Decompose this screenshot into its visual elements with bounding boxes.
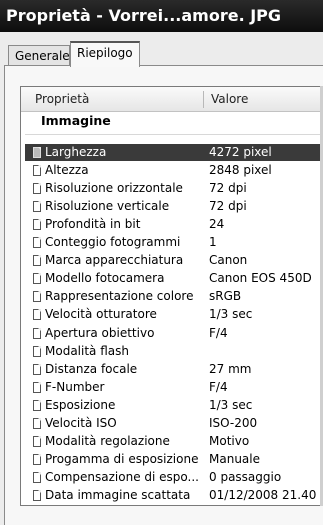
property-value: 1/3 sec (209, 307, 253, 322)
document-icon (33, 327, 41, 339)
property-value: F/4 (209, 325, 228, 340)
property-value: 27 mm (209, 361, 252, 376)
document-icon (33, 489, 41, 501)
document-icon (33, 471, 41, 483)
property-row[interactable]: Modalità regolazione Motivo (25, 433, 323, 450)
property-value: F/4 (209, 379, 228, 394)
property-name: Risoluzione verticale (45, 199, 170, 214)
property-name: Modalità flash (45, 343, 129, 358)
document-icon (33, 201, 41, 213)
property-value: 24 (209, 217, 225, 232)
property-name: Esposizione (45, 397, 116, 412)
property-name: F-Number (45, 379, 105, 394)
property-row[interactable]: Esposizione 1/3 sec (25, 397, 323, 414)
column-header-value[interactable]: Valore (211, 87, 248, 111)
window-title: Proprietà - Vorrei...amore. JPG (6, 6, 282, 25)
property-name: Velocità ISO (45, 415, 117, 430)
document-icon (33, 237, 41, 249)
document-icon (33, 417, 41, 429)
document-icon (33, 291, 41, 303)
document-icon (33, 381, 41, 393)
property-row[interactable]: Risoluzione verticale 72 dpi (25, 198, 323, 215)
property-value: Canon (209, 253, 248, 268)
document-icon (33, 345, 41, 357)
property-name: Modello fotocamera (45, 271, 165, 286)
tab-generale[interactable]: Generale (8, 45, 70, 66)
property-name: Data immagine scattata (45, 487, 191, 502)
property-name: Larghezza (45, 145, 107, 159)
property-value: Motivo (209, 433, 250, 448)
property-row[interactable]: Velocità otturatore 1/3 sec (25, 306, 323, 323)
property-row[interactable]: Compensazione di espo... 0 passaggio (25, 469, 323, 486)
property-value: 2848 pixel (209, 163, 272, 178)
property-name: Conteggio fotogrammi (45, 235, 181, 250)
document-icon (33, 219, 41, 231)
property-value: Canon EOS 450D (209, 271, 312, 286)
property-row[interactable]: Apertura obiettivo F/4 (25, 325, 323, 342)
document-icon (33, 399, 41, 411)
property-name: Profondità in bit (45, 217, 141, 232)
property-row[interactable]: Distanza focale 27 mm (25, 361, 323, 378)
tab-riepilogo[interactable]: Riepilogo (70, 41, 140, 67)
property-row[interactable]: Data immagine scattata 01/12/2008 21.40 (25, 487, 323, 504)
property-value: 1 (209, 235, 217, 250)
document-icon (33, 453, 41, 465)
document-icon (33, 183, 41, 195)
document-icon (33, 435, 41, 447)
property-row[interactable]: Altezza 2848 pixel (25, 162, 323, 179)
group-divider (25, 134, 323, 135)
column-divider[interactable] (203, 91, 204, 108)
property-row[interactable]: Risoluzione orizzontale 72 dpi (25, 180, 323, 197)
property-name: Risoluzione orizzontale (45, 181, 183, 196)
property-row[interactable]: Modalità flash (25, 343, 323, 360)
property-row[interactable]: Modello fotocamera Canon EOS 450D (25, 270, 323, 287)
property-value: sRGB (209, 289, 242, 304)
document-icon (33, 273, 41, 285)
property-row[interactable]: Rappresentazione colore sRGB (25, 288, 323, 305)
property-name: Distanza focale (45, 361, 138, 376)
document-icon (33, 165, 41, 177)
property-value: 1/3 sec (209, 397, 253, 412)
column-header-property[interactable]: Proprietà (35, 87, 89, 111)
property-row[interactable]: Velocità ISO ISO-200 (25, 415, 323, 432)
property-value: Manuale (209, 451, 260, 466)
property-name: Modalità regolazione (45, 433, 170, 448)
document-icon (33, 363, 41, 375)
property-value: 72 dpi (209, 181, 247, 196)
property-row[interactable]: Profondità in bit 24 (25, 216, 323, 233)
tab-strip: Generale Riepilogo (0, 32, 323, 67)
property-row[interactable]: F-Number F/4 (25, 379, 323, 396)
property-name: Rappresentazione colore (45, 289, 194, 304)
list-header: Proprietà Valore (21, 87, 323, 112)
property-name: Compensazione di espo... (45, 469, 199, 484)
property-row[interactable]: Larghezza 4272 pixel (25, 144, 323, 161)
document-icon (33, 147, 41, 158)
property-name: Altezza (45, 163, 89, 178)
property-name: Progamma di esposizione (45, 451, 199, 466)
document-icon (33, 309, 41, 321)
property-name: Velocità otturatore (45, 307, 157, 322)
document-icon (33, 255, 41, 267)
window-title-bar[interactable]: Proprietà - Vorrei...amore. JPG (0, 0, 323, 32)
property-name: Marca apparecchiatura (45, 253, 184, 268)
property-name: Apertura obiettivo (45, 325, 155, 340)
property-value: 01/12/2008 21.40 (209, 487, 317, 502)
properties-list[interactable]: Proprietà Valore Immagine Larghezza 4272 … (20, 86, 323, 506)
property-value: 4272 pixel (209, 145, 272, 159)
property-value: 0 passaggio (209, 469, 282, 484)
property-value: ISO-200 (209, 415, 258, 430)
property-row[interactable]: Progamma di esposizione Manuale (25, 451, 323, 468)
property-row[interactable]: Marca apparecchiatura Canon (25, 252, 323, 269)
property-value: 72 dpi (209, 199, 247, 214)
property-row[interactable]: Conteggio fotogrammi 1 (25, 234, 323, 251)
group-heading: Immagine (41, 113, 111, 128)
